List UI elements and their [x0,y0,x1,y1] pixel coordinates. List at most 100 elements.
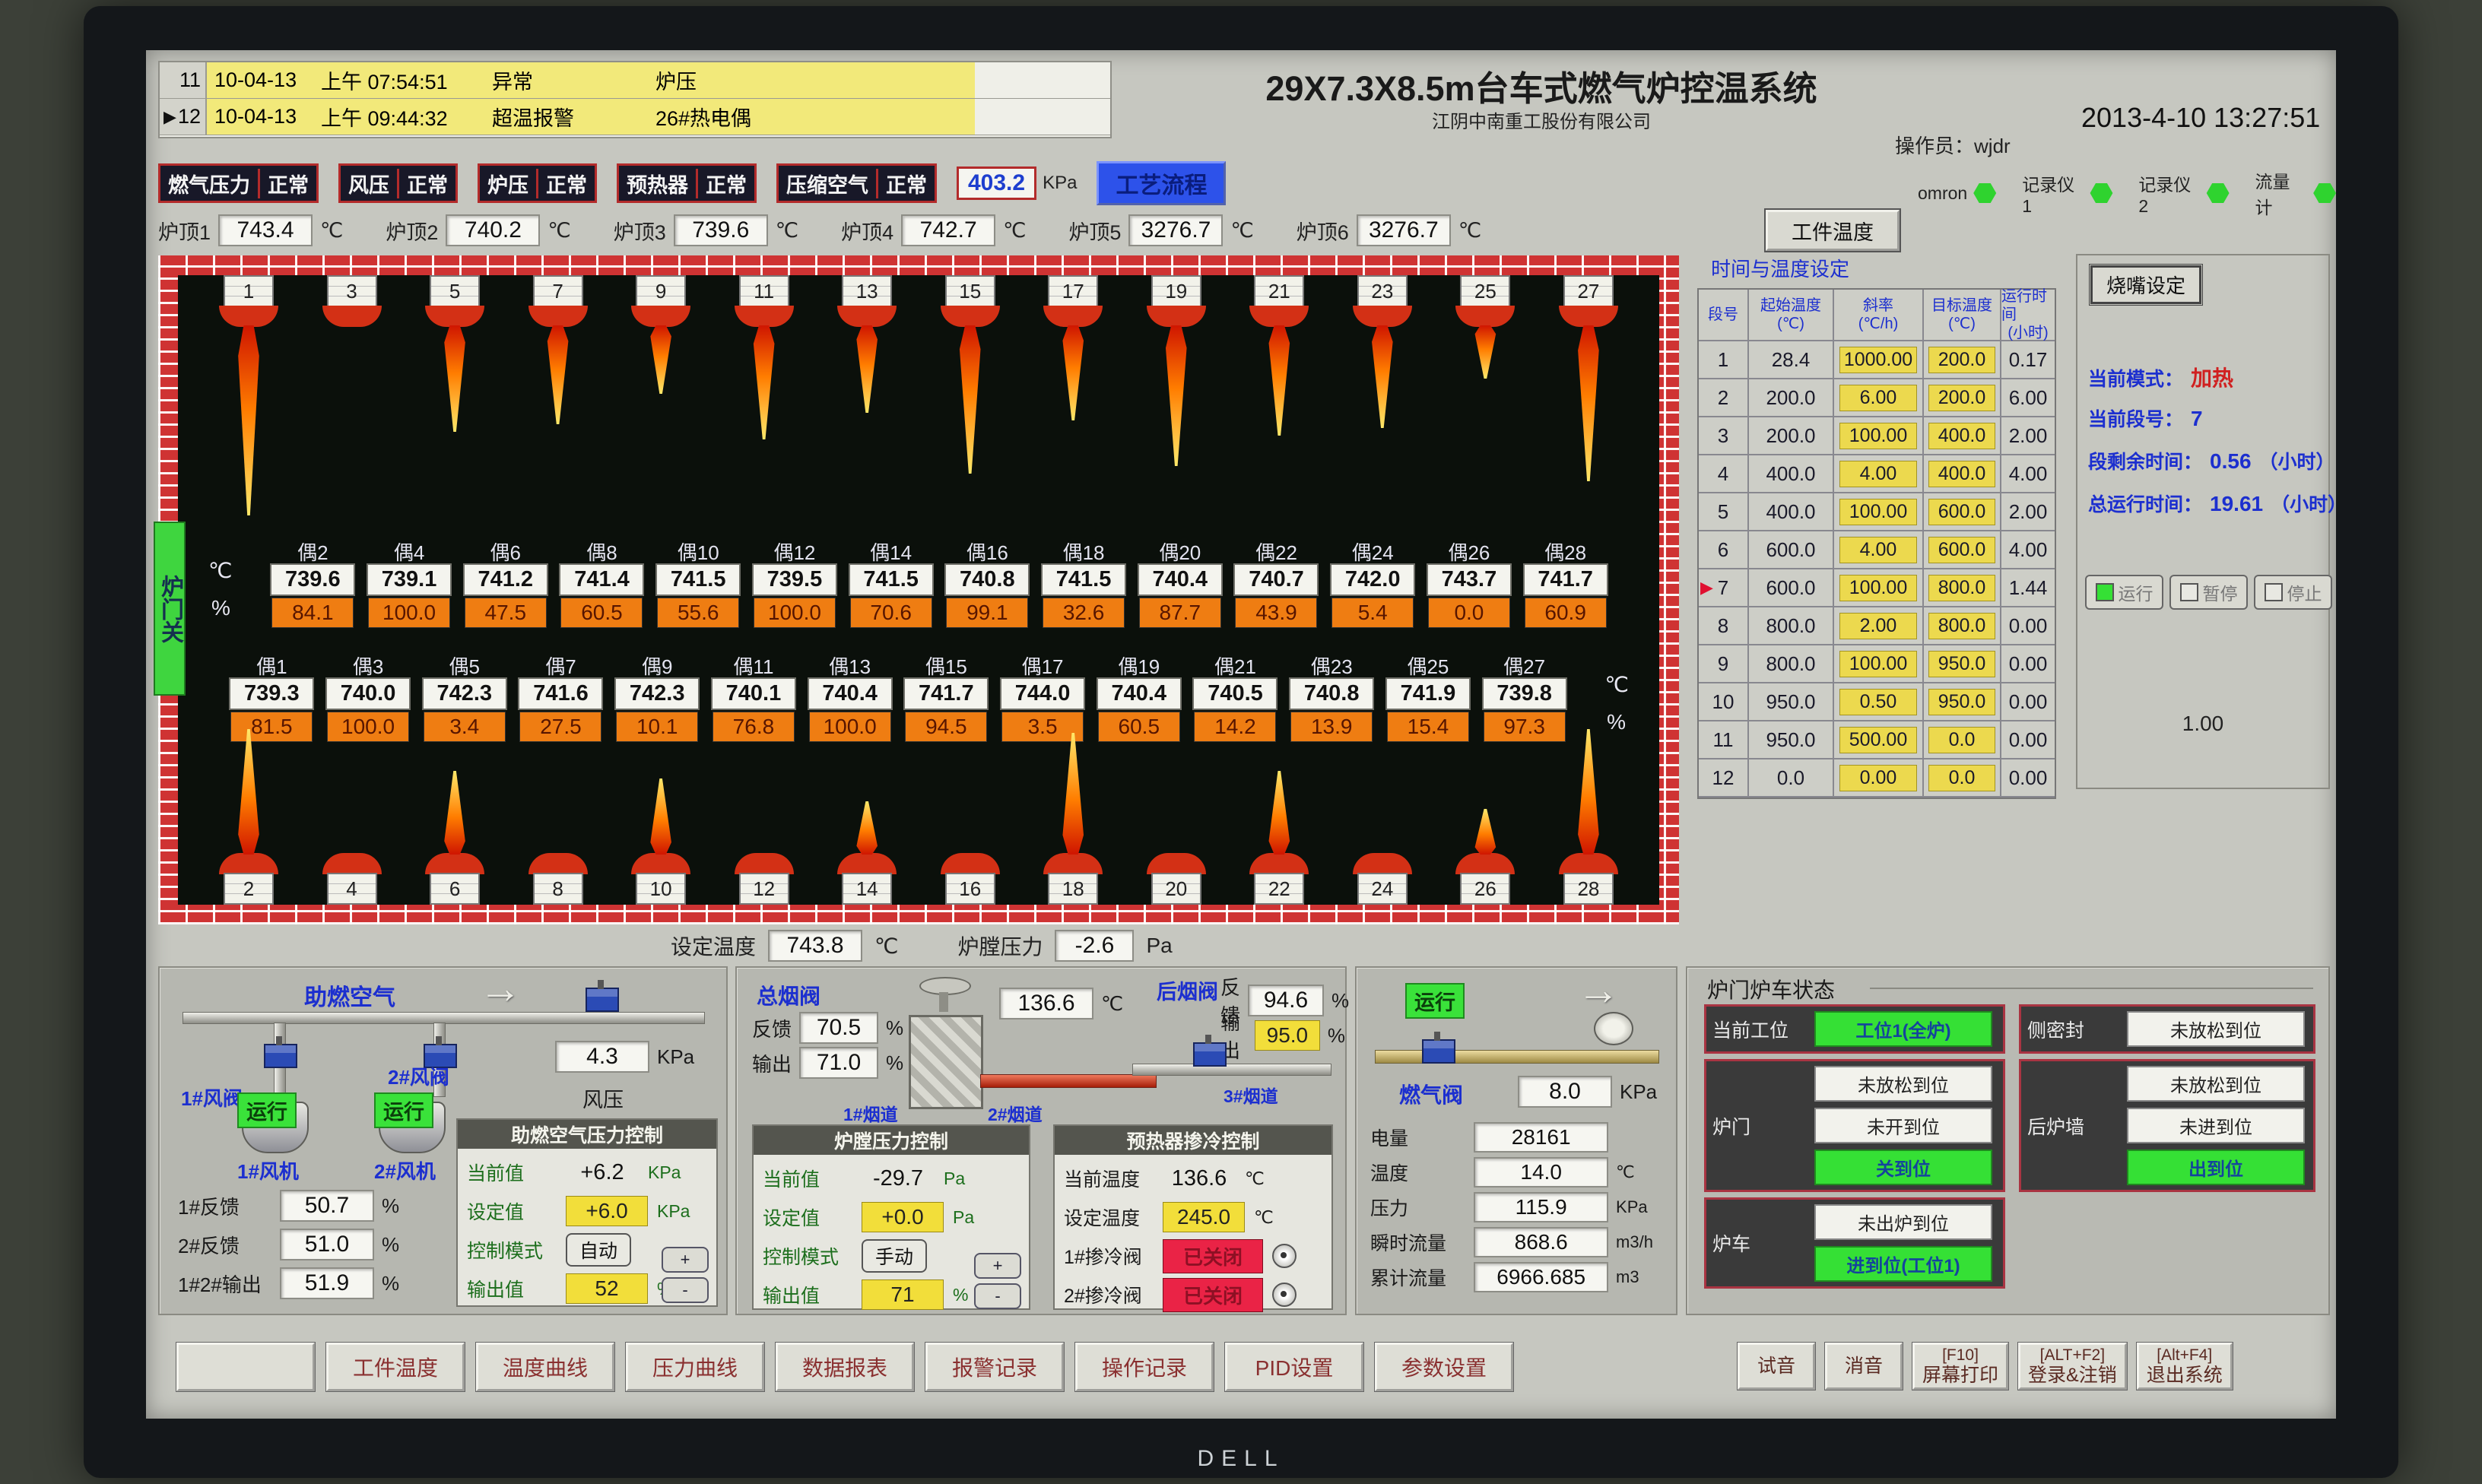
status-badge: 压缩空气 正常 [776,163,937,203]
table-row: 1 28.4 1000.00 200.0 0.17 [1699,341,2055,379]
target-temp-field[interactable]: 200.0 [1928,347,1995,373]
target-temp-field[interactable]: 0.0 [1928,727,1995,753]
burner-port [219,306,278,327]
target-temp-field[interactable]: 400.0 [1928,423,1995,449]
segment-number: 6 [1718,538,1728,562]
hotkey-label: [ALT+F2] [2040,1346,2105,1365]
indicator-label: 记录仪2 [2138,170,2200,217]
target-temp-field[interactable]: 0.0 [1928,765,1995,791]
target-temp-field[interactable]: 800.0 [1928,575,1995,601]
system-button[interactable]: 消音 [1825,1343,1903,1390]
operator-value: wjdr [1974,135,2011,157]
increase-button[interactable]: + [974,1253,1021,1279]
slope-field[interactable]: 4.00 [1839,461,1917,487]
burner-port [1147,306,1206,327]
nav-button[interactable] [176,1343,315,1391]
air-pressure-control-panel: 助燃空气压力控制 当前值 +6.2 KPa 设定值 +6.0 KPa 控制模式 [456,1118,718,1307]
burner-number-tag: 6 [430,873,480,905]
target-temp-field[interactable]: 600.0 [1928,499,1995,525]
unit-celsius: ℃ [1605,672,1629,697]
burner-port [1455,306,1515,327]
burner-number-tag: 4 [327,873,377,905]
nav-button[interactable]: 压力曲线 [626,1343,764,1391]
output-value-field[interactable]: 71 [862,1279,944,1310]
valve-view-icon[interactable] [1272,1244,1297,1268]
system-button[interactable]: [F10] 屏幕打印 [1912,1343,2008,1390]
gas-panel: 运行 → 燃气阀 8.0 KPa 电量 28161 温度 [1355,966,1677,1315]
flow-arrow-icon: → [1577,965,1620,1014]
nav-button[interactable]: 工件温度 [326,1343,465,1391]
preheater-set-temp-field[interactable]: 245.0 [1163,1202,1245,1232]
alarm-row[interactable]: ▶ 12 10-04-13 上午 09:44:32 超温报警 26#热电偶 [160,99,1110,135]
system-button[interactable]: [ALT+F2] 登录&注销 [2018,1343,2127,1390]
target-temp-field[interactable]: 950.0 [1928,651,1995,677]
nav-button[interactable]: 操作记录 [1075,1343,1214,1391]
rear-valve-output[interactable]: 95.0 [1255,1020,1320,1051]
nav-button[interactable]: 参数设置 [1375,1343,1513,1391]
thermocouple-output-pct: 0.0 [1428,598,1510,628]
roof-temp-value: 3276.7 [1357,214,1451,246]
stop-button[interactable]: 停止 [2254,575,2332,610]
furnace-view: 1 3 5 [158,255,1679,924]
slope-field[interactable]: 100.00 [1839,423,1917,449]
decrease-button[interactable]: - [662,1277,709,1303]
target-temp-field[interactable]: 200.0 [1928,385,1995,411]
fan1-valve-icon [264,1044,297,1068]
thermocouple-temp: 741.7 [903,677,989,710]
pause-button[interactable]: 暂停 [2169,575,2248,610]
control-mode-button[interactable]: 手动 [862,1239,927,1273]
increase-button[interactable]: + [662,1247,709,1273]
alarm-row[interactable]: 11 10-04-13 上午 07:54:51 异常 炉压 [160,62,1110,99]
burner-settings-button[interactable]: 烧嘴设定 [2091,266,2201,303]
burner-settings-panel: 烧嘴设定 当前模式： 加热 当前段号： 7 段剩余时间： 0.56 （小时） 总… [2076,254,2330,789]
burner-number-tag: 25 [1460,275,1510,307]
slope-field[interactable]: 4.00 [1839,537,1917,563]
set-value-field[interactable]: +0.0 [862,1202,944,1232]
slope-field[interactable]: 100.00 [1839,499,1917,525]
target-temp-field[interactable]: 950.0 [1928,689,1995,715]
preheater-cooling-control-panel: 预热器掺冷控制 当前温度 136.6 ℃ 设定温度 245.0 ℃ 1#掺冷阀 [1053,1124,1333,1310]
start-temp-cell: 400.0 [1749,493,1834,530]
gas-reading-value: 14.0 [1474,1157,1608,1188]
panel-title: 炉膛压力控制 [754,1126,1029,1155]
system-button[interactable]: [Alt+F4] 退出系统 [2137,1343,2233,1390]
burner-port [425,853,484,874]
nav-button[interactable]: PID设置 [1225,1343,1363,1391]
nav-button[interactable]: 报警记录 [925,1343,1064,1391]
nav-button[interactable]: 温度曲线 [476,1343,614,1391]
target-temp-field[interactable]: 400.0 [1928,461,1995,487]
slope-field[interactable]: 6.00 [1839,385,1917,411]
table-row: 6 600.0 4.00 600.0 4.00 [1699,531,2055,569]
slope-field[interactable]: 0.50 [1839,689,1917,715]
thermocouple-temp: 740.4 [1097,677,1182,710]
burner: 14 [834,801,900,905]
target-temp-field[interactable]: 800.0 [1928,613,1995,639]
slope-field[interactable]: 100.00 [1839,651,1917,677]
workpiece-temp-button[interactable]: 工件温度 [1766,210,1900,251]
flame-icon [1474,325,1496,379]
slope-field[interactable]: 1000.00 [1839,347,1917,373]
rear-duct-pipe [1132,1064,1331,1076]
burner: 21 [1246,275,1312,534]
slope-field[interactable]: 0.00 [1839,765,1917,791]
slope-field[interactable]: 500.00 [1839,727,1917,753]
system-button[interactable]: 试音 [1738,1343,1815,1390]
run-button[interactable]: 运行 [2085,575,2163,610]
process-flow-button[interactable]: 工艺流程 [1097,161,1226,205]
control-mode-button[interactable]: 自动 [566,1233,631,1267]
slope-field[interactable]: 100.00 [1839,575,1917,601]
burner-number-tag: 17 [1048,275,1098,307]
valve-view-icon[interactable] [1272,1283,1297,1307]
nav-button[interactable]: 数据报表 [776,1343,914,1391]
gas-reading-value: 868.6 [1474,1227,1608,1257]
slope-field[interactable]: 2.00 [1839,613,1917,639]
run-time-cell: 1.44 [2001,569,2055,606]
thermocouple-output-pct: 60.9 [1525,598,1607,628]
decrease-button[interactable]: - [974,1283,1021,1309]
roof-temp-item: 炉顶3 739.6 ℃ [614,214,798,246]
output-value-field[interactable]: 52 [566,1273,648,1304]
target-temp-field[interactable]: 600.0 [1928,537,1995,563]
set-value-field[interactable]: +6.0 [566,1196,648,1226]
indicator-label: 流量计 [2255,167,2308,219]
gas-pressure-value: 403.2 [957,166,1036,200]
